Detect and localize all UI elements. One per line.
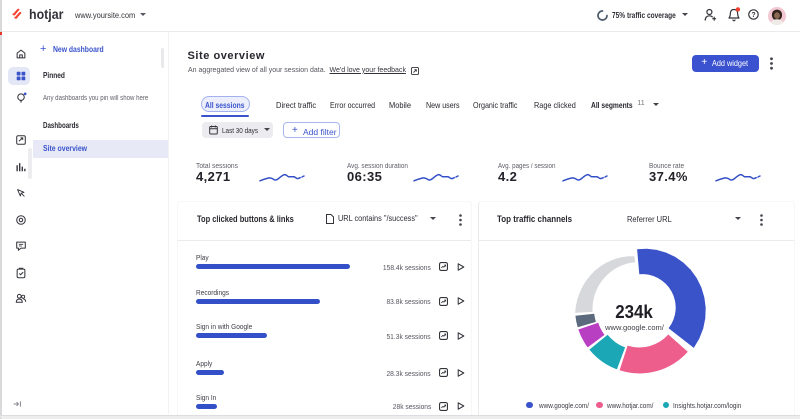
svg-text:?: ? (751, 12, 755, 19)
